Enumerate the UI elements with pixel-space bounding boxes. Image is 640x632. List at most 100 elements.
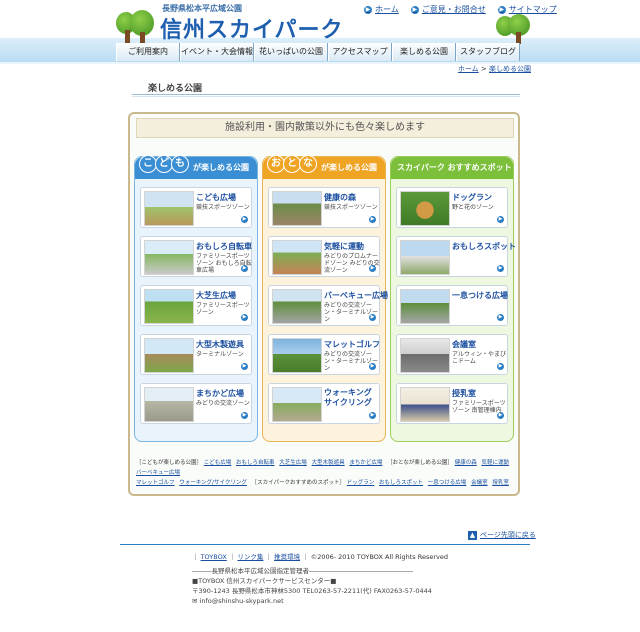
nav-guide[interactable]: ご利用案内: [116, 43, 180, 61]
nav-enjoy[interactable]: 楽しめる公園: [392, 43, 456, 61]
arrow-icon: ▶: [241, 363, 248, 370]
card-walking-cycling[interactable]: ウォーキング サイクリング ▶: [268, 383, 380, 424]
link-omoshiro-spot[interactable]: おもしろスポット: [379, 480, 423, 486]
card-title: ドッグラン: [452, 193, 492, 202]
link-kaigishitsu[interactable]: 会議室: [471, 480, 488, 486]
footer-divider: [120, 544, 530, 545]
link-junyushitsu[interactable]: 授乳室: [492, 480, 509, 486]
copyright: ©2006- 2010 TOYBOX All Rights Reserved: [310, 553, 448, 561]
card-junyushitsu[interactable]: 授乳室 ファミリースポーツゾーン 南管理棟内 ▶: [396, 383, 508, 424]
arrow-icon: ▶: [241, 216, 248, 223]
link-barbecue[interactable]: バーベキュー広場: [136, 470, 180, 476]
photo-funny-bicycles: [144, 240, 194, 275]
card-title: 大型木製遊具: [196, 340, 244, 349]
nav-events[interactable]: イベント・大会情報: [180, 43, 254, 61]
card-title: まちかど広場: [196, 389, 244, 398]
card-ogata-mokusei[interactable]: 大型木製遊具 ターミナルゾーン ▶: [140, 334, 252, 375]
arrow-icon: ▶: [369, 216, 376, 223]
site-logo[interactable]: 信州スカイパーク: [160, 12, 344, 44]
arrow-icon: ▶: [241, 314, 248, 321]
arrow-icon: ▶: [497, 314, 504, 321]
photo-fitness-forest: [272, 191, 322, 226]
link-kenko-no-mori[interactable]: 健康の森: [455, 460, 477, 466]
card-kodomo-hiroba[interactable]: こども広場 競技スポーツゾーン ▶: [140, 187, 252, 228]
link-dog-run[interactable]: ドッグラン: [347, 480, 375, 486]
card-hitoiki-hiroba[interactable]: 一息つける広場 ▶: [396, 285, 508, 326]
card-barbecue[interactable]: バーベキュー広場 みどりの交流ゾーン・ターミナルゾーン ▶: [268, 285, 388, 326]
breadcrumb-current[interactable]: 楽しめる公園: [489, 65, 531, 73]
column-adults: お と な が楽しめる公園 健康の森 競技スポーツゾーン ▶ 気軽に運動 みどり…: [262, 155, 388, 442]
photo-meeting-room: [400, 338, 450, 373]
column-spots: スカイパーク おすすめスポット ドッグラン 野と花のゾーン ▶ おもしろスポット…: [390, 156, 516, 442]
home-link[interactable]: ▶ ホーム: [364, 4, 399, 15]
contact-link-label: ご意見・お問合せ: [421, 5, 486, 14]
card-kaigishitsu[interactable]: 会議室 アルウィン・やまびこドーム ▶: [396, 334, 508, 375]
card-title: 気軽に運動: [324, 242, 364, 251]
arrow-icon: ▶: [241, 412, 248, 419]
nav-access[interactable]: アクセスマップ: [328, 43, 392, 61]
breadcrumb: ホーム > 楽しめる公園: [458, 64, 531, 74]
photo-wooden-playground: [144, 338, 194, 373]
link-kigaru-undo[interactable]: 気軽に運動: [481, 460, 509, 466]
column-spots-header: スカイパーク おすすめスポット: [391, 157, 513, 179]
photo-kids-play-structure: [144, 191, 194, 226]
nav-blog[interactable]: スタッフブログ: [456, 43, 520, 61]
link-machikado[interactable]: まちかど広場: [349, 460, 382, 466]
column-kids: こ ど も が楽しめる公園 こども広場 競技スポーツゾーン ▶ おもしろ自転車 …: [134, 155, 258, 442]
card-omoshiro-spot[interactable]: おもしろスポット ▶: [396, 236, 516, 277]
sitemap-link[interactable]: ▶ サイトマップ: [497, 4, 557, 15]
arrow-icon: ▶: [497, 265, 504, 272]
tree-illustration: [116, 10, 156, 44]
photo-nursing-room: [400, 387, 450, 422]
footer-link-env[interactable]: 推奨環境: [274, 553, 300, 561]
card-title: 健康の森: [324, 193, 356, 202]
column-adults-title: が楽しめる公園: [321, 163, 377, 172]
card-mallet-golf[interactable]: マレットゴルフ みどりの交流ゾーン・ターミナルゾーン ▶: [268, 334, 380, 375]
top-links: ▶ ホーム ▶ ご意見・お問合せ ▶ サイトマップ: [364, 4, 557, 15]
footer-links: ｜ TOYBOX ｜ リンク集 ｜ 推奨環境 ｜ ©2006- 2010 TOY…: [192, 553, 448, 561]
back-to-top-label: ページ先頭に戻る: [480, 531, 536, 539]
card-title: バーベキュー広場: [324, 291, 388, 300]
card-title: おもしろ自転車: [196, 242, 252, 251]
card-dog-run[interactable]: ドッグラン 野と花のゾーン ▶: [396, 187, 508, 228]
card-omoshiro-jitensha[interactable]: おもしろ自転車 ファミリースポーツゾーン おもしろ自転車広場 ▶: [140, 236, 252, 277]
contact-link[interactable]: ▶ ご意見・お問合せ: [410, 4, 486, 15]
footer-link-toybox[interactable]: TOYBOX: [201, 553, 227, 561]
link-kodomo-hiroba[interactable]: こども広場: [204, 460, 232, 466]
back-to-top-link[interactable]: ▲ ページ先頭に戻る: [468, 530, 536, 540]
link-daishibafu[interactable]: 大芝生広場: [279, 460, 307, 466]
arrow-icon: ▶: [364, 5, 372, 14]
link-mallet-golf[interactable]: マレットゴルフ: [136, 480, 175, 486]
link-ogata-mokusei[interactable]: 大型木製遊具: [312, 460, 345, 466]
title-underline: [132, 94, 520, 95]
address-line-2: ■TOYBOX 信州スカイパークサービスセンター■: [192, 577, 337, 585]
card-title: 大芝生広場: [196, 291, 236, 300]
link-walking-cycling[interactable]: ウォーキング/サイクリング: [179, 480, 247, 486]
card-title: 一息つける広場: [452, 291, 508, 300]
card-sub: みどりの交流ゾーン: [196, 400, 250, 407]
column-adults-header: お と な が楽しめる公園: [263, 155, 385, 179]
nav-flowers[interactable]: 花いっぱいの公園: [254, 43, 328, 61]
footer-link-links[interactable]: リンク集: [237, 553, 263, 561]
address-line-4[interactable]: ✉ info@shinshu-skypark.net: [192, 596, 432, 606]
card-title: 授乳室: [452, 389, 476, 398]
card-machikado[interactable]: まちかど広場 みどりの交流ゾーン ▶: [140, 383, 252, 424]
photo-dog-run: [400, 191, 450, 226]
card-title: マレットゴルフ: [324, 340, 380, 349]
link-omoshiro-jitensha[interactable]: おもしろ自転車: [236, 460, 275, 466]
card-sub: ターミナルゾーン: [196, 351, 244, 358]
card-kigaru-undo[interactable]: 気軽に運動 みどりのプロムナードゾーン みどりの交流ゾーン ▶: [268, 236, 380, 277]
link-hitoiki-hiroba[interactable]: 一息つける広場: [428, 480, 467, 486]
arrow-icon: ▶: [369, 363, 376, 370]
bubble-na: な: [299, 155, 317, 173]
breadcrumb-home[interactable]: ホーム: [458, 65, 479, 73]
card-kenko-no-mori[interactable]: 健康の森 競技スポーツゾーン ▶: [268, 187, 380, 228]
arrow-icon: ▶: [497, 363, 504, 370]
card-sub: 競技スポーツゾーン: [196, 204, 250, 211]
address-line-3: 〒390-1243 長野県松本市神林5300 TEL0263-57-2211(代…: [192, 587, 432, 595]
card-sub: 競技スポーツゾーン: [324, 204, 378, 211]
card-title: 会議室: [452, 340, 476, 349]
card-daishibafu[interactable]: 大芝生広場 ファミリースポーツゾーン ▶: [140, 285, 252, 326]
arrow-icon: ▶: [369, 412, 376, 419]
breadcrumb-sep: >: [480, 65, 487, 73]
